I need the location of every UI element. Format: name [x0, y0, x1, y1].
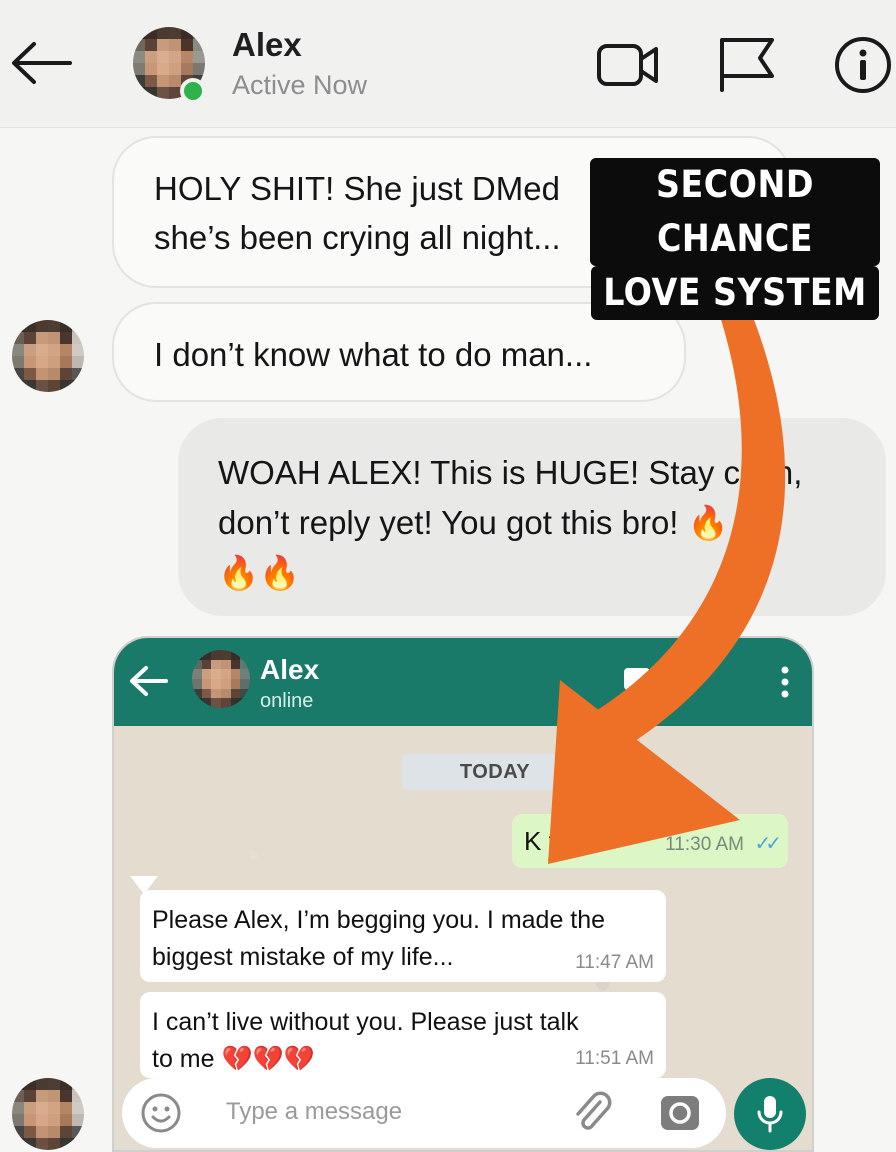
more-options-icon[interactable]	[778, 664, 792, 700]
whatsapp-header: Alex online	[114, 638, 812, 726]
whatsapp-screenshot: Alex online TODAY K th... 11:30 AM ✓✓ Pl…	[112, 636, 814, 1152]
mic-button[interactable]	[734, 1078, 806, 1150]
message-line: I can’t live without you. Please just ta…	[152, 1008, 579, 1036]
message-time: 11:30 AM	[665, 834, 744, 855]
chat-header: Alex Active Now	[0, 0, 896, 128]
outgoing-message[interactable]: WOAH ALEX! This is HUGE! Stay calm, don’…	[178, 418, 886, 616]
message-time: 11:47 AM	[575, 952, 654, 973]
incoming-message[interactable]: Please Alex, I’m begging you. I made the…	[140, 890, 666, 982]
pixelated-photo	[192, 650, 250, 708]
video-call-icon[interactable]	[624, 668, 650, 690]
back-arrow-icon[interactable]	[10, 40, 72, 86]
incoming-message[interactable]: I can’t live without you. Please just ta…	[140, 992, 666, 1078]
message-placeholder: Type a message	[226, 1098, 403, 1125]
fire-emoji: 🔥	[687, 504, 729, 541]
contact-name: Alex	[232, 26, 302, 63]
promo-label: SECOND CHANCE LOVE SYSTEM	[590, 158, 880, 320]
message-input[interactable]: Type a message	[122, 1078, 726, 1148]
fire-emojis: 🔥🔥	[218, 554, 301, 591]
back-arrow-icon[interactable]	[128, 664, 168, 698]
message-text: don’t reply yet! You got this bro!	[218, 504, 679, 541]
online-status-dot	[180, 78, 206, 104]
message-line: I don’t know what to do man...	[154, 336, 593, 373]
message-text: K th...	[524, 826, 592, 856]
camera-icon[interactable]	[658, 1092, 702, 1134]
outgoing-message[interactable]: K th... 11:30 AM ✓✓	[512, 814, 788, 868]
promo-label-line: LOVE SYSTEM	[591, 266, 879, 320]
whatsapp-contact-status: online	[260, 690, 314, 712]
pixelated-photo	[12, 1078, 84, 1150]
read-ticks-icon: ✓✓	[754, 833, 781, 855]
microphone-icon	[757, 1096, 783, 1133]
message-time: 11:51 AM	[575, 1048, 654, 1069]
whatsapp-contact-name: Alex	[260, 654, 320, 685]
emoji-icon[interactable]	[140, 1092, 182, 1134]
pixelated-photo	[12, 320, 84, 392]
screenshot: Alex Active Now HOLY SHIT! She just DMed…	[0, 0, 896, 1152]
video-camera-icon[interactable]	[596, 40, 660, 90]
avatar[interactable]	[192, 650, 250, 708]
info-icon[interactable]	[834, 36, 892, 94]
avatar[interactable]	[12, 1078, 84, 1150]
message-line: WOAH ALEX! This is HUGE! Stay calm,	[218, 454, 803, 491]
flag-icon[interactable]	[716, 36, 776, 92]
message-line: Please Alex, I’m begging you. I made the	[152, 906, 606, 934]
contact-status: Active Now	[232, 70, 368, 100]
promo-label-line: SECOND CHANCE	[590, 158, 880, 266]
message-line: don’t reply yet! You got this bro! 🔥	[218, 498, 846, 548]
avatar[interactable]	[12, 320, 84, 392]
date-divider: TODAY	[402, 754, 588, 790]
paperclip-icon[interactable]	[570, 1090, 614, 1136]
